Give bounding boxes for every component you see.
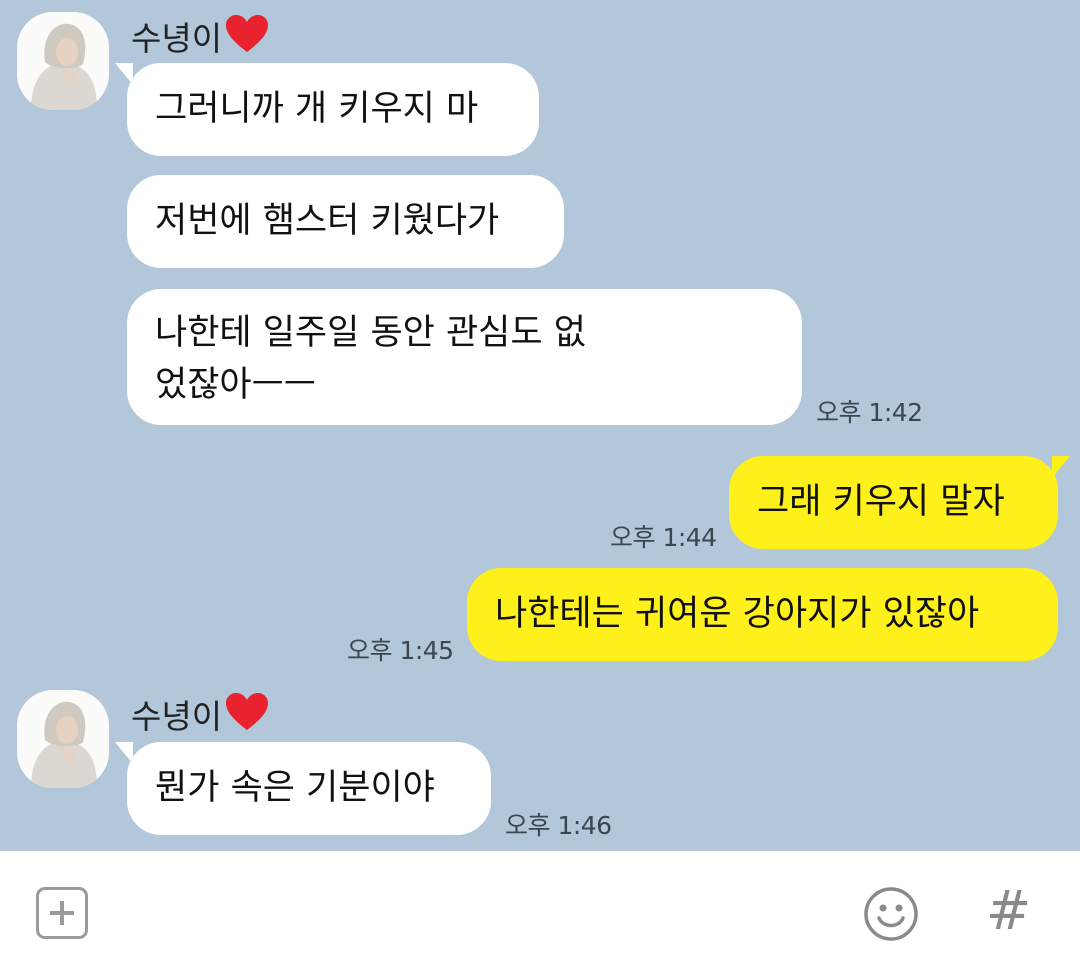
message-time: 오후 1:42: [816, 398, 923, 427]
message-bubble-outgoing[interactable]: 나한테는 귀여운 강아지가 있잖아: [467, 568, 1058, 661]
hash-icon[interactable]: #: [986, 881, 1031, 941]
message-text: 뭔가 속은 기분이야: [155, 768, 435, 808]
message-text: 저번에 햄스터 키웠다가: [155, 201, 500, 241]
avatar-image: [17, 12, 109, 110]
message-time: 오후 1:44: [610, 523, 717, 552]
heart-icon: [226, 693, 269, 730]
profile-avatar[interactable]: [17, 12, 109, 110]
sender-name: 수녕이: [131, 692, 270, 737]
profile-avatar[interactable]: [17, 690, 109, 788]
message-bubble-incoming[interactable]: 뭔가 속은 기분이야: [115, 742, 491, 835]
message-bubble-incoming[interactable]: 저번에 햄스터 키웠다가: [127, 175, 564, 268]
emoji-icon[interactable]: [863, 886, 919, 942]
message-time: 오후 1:45: [347, 636, 454, 665]
bubble-tail: [115, 742, 133, 764]
message-text: 그러니까 개 키우지 마: [155, 89, 479, 129]
message-time: 오후 1:46: [505, 811, 612, 840]
message-text: 나한테는 귀여운 강아지가 있잖아: [495, 594, 980, 634]
message-bubble-outgoing[interactable]: 그래 키우지 말자: [729, 456, 1070, 549]
chat-area[interactable]: 수녕이 그러니까 개 키우지 마 저번에 햄스터 키웠다가 나한테 일주일 동안…: [0, 0, 1080, 851]
sender-name-text: 수녕이: [131, 19, 223, 58]
plus-icon[interactable]: [36, 887, 88, 939]
sender-name: 수녕이: [131, 14, 270, 59]
message-text: 나한테 일주일 동안 관심도 없었잖아ㅡㅡ: [155, 313, 586, 405]
bubble-tail: [115, 63, 133, 85]
input-bar: #: [0, 851, 1080, 977]
message-bubble-incoming[interactable]: 나한테 일주일 동안 관심도 없었잖아ㅡㅡ: [127, 289, 802, 425]
message-bubble-incoming[interactable]: 그러니까 개 키우지 마: [115, 63, 539, 156]
heart-icon: [226, 15, 269, 52]
message-text: 그래 키우지 말자: [757, 482, 1005, 522]
bubble-tail: [1052, 456, 1070, 478]
avatar-image: [17, 690, 109, 788]
sender-name-text: 수녕이: [131, 697, 223, 736]
